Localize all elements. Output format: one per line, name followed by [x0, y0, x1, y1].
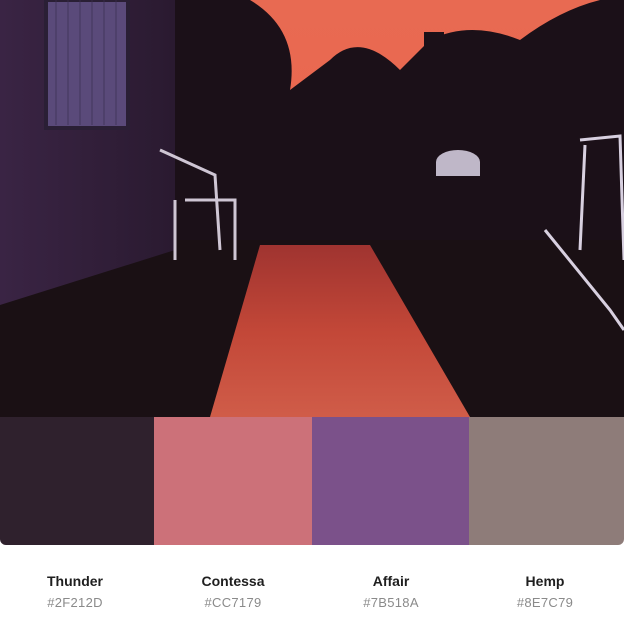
white-chair-back [436, 150, 480, 176]
color-name: Thunder [47, 573, 103, 589]
color-hex[interactable]: #7B518A [316, 595, 466, 611]
sunset-patio-photo [0, 0, 624, 417]
color-name: Hemp [525, 573, 565, 589]
color-label-contessa: Contessa #CC7179 [150, 545, 316, 624]
color-labels: Thunder #2F212D Contessa #CC7179 Affair … [0, 545, 624, 624]
color-hex[interactable]: #8E7C79 [466, 595, 624, 611]
swatch-hemp[interactable] [469, 417, 624, 545]
color-name: Contessa [201, 573, 265, 589]
color-hex[interactable]: #CC7179 [150, 595, 316, 611]
color-swatches [0, 417, 624, 545]
swatch-thunder[interactable] [0, 417, 154, 545]
palette-card [0, 0, 624, 545]
color-label-thunder: Thunder #2F212D [0, 545, 150, 624]
swatch-affair[interactable] [312, 417, 469, 545]
color-label-hemp: Hemp #8E7C79 [466, 545, 624, 624]
color-hex[interactable]: #2F212D [0, 595, 150, 611]
color-label-affair: Affair #7B518A [316, 545, 466, 624]
color-name: Affair [372, 573, 410, 589]
chimney [424, 32, 444, 72]
swatch-contessa[interactable] [154, 417, 312, 545]
